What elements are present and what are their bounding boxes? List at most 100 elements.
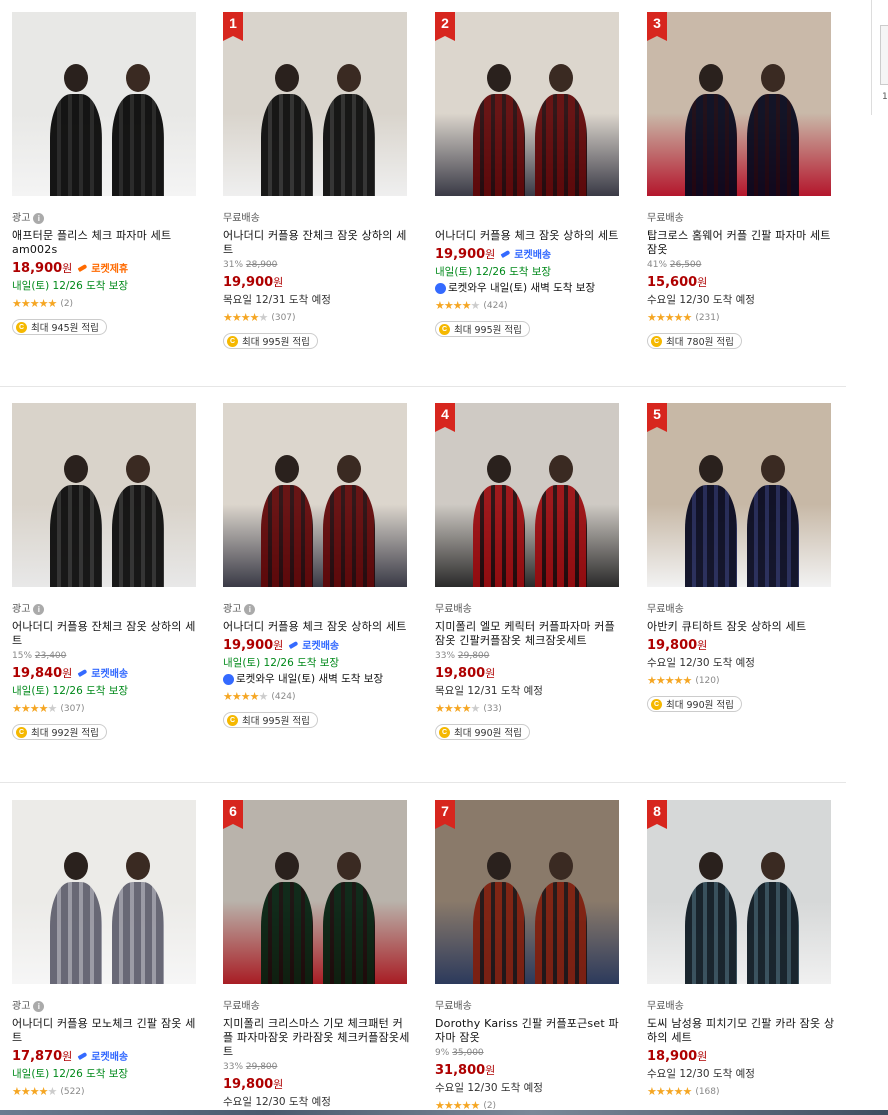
product-card[interactable]: 7 무료배송 Dorothy Kariss 긴팔 커플포근set 파자마 잠옷 9% … xyxy=(435,800,625,1112)
product-card[interactable]: 광고 i 어나더디 커플용 체크 잠옷 상하의 세트 19,900원 로켓배송 내일(토)… xyxy=(223,403,413,728)
price-unit: 원 xyxy=(697,638,708,652)
dawn-delivery-text: 로켓와우 내일(토) 새벽 도착 보장 xyxy=(236,673,384,685)
product-title[interactable]: 도씨 남성용 피치기모 긴팔 카라 잠옷 상하의 세트 xyxy=(647,1017,837,1045)
pajama-figure xyxy=(685,882,737,984)
rating: ★★★★★ (307) xyxy=(12,702,202,715)
figure-head xyxy=(126,455,150,483)
cashback-badge: C 최대 990원 적립 xyxy=(435,724,530,740)
sale-price: 19,800원 xyxy=(435,665,495,681)
product-title[interactable]: 어나더디 커플용 잔체크 잠옷 상하의 세트 xyxy=(12,620,202,648)
figure-head xyxy=(699,455,723,483)
product-card[interactable]: 4 무료배송 지미폴리 엘모 케릭터 커플파자마 커플잠옷 긴팔커플잠옷 체크잠옷세… xyxy=(435,403,625,740)
side-panel: 1 xyxy=(871,0,888,115)
product-image[interactable] xyxy=(12,800,196,984)
info-icon[interactable]: i xyxy=(33,213,45,224)
pajama-figure xyxy=(473,882,525,984)
price-value: 19,900 xyxy=(223,274,274,290)
image-background xyxy=(12,800,196,984)
rating: ★★★★★ (2) xyxy=(12,297,202,310)
price-value: 19,800 xyxy=(435,665,486,681)
dawn-delivery: 로켓와우 내일(토) 새벽 도착 보장 xyxy=(223,672,413,686)
figure-head xyxy=(549,64,573,92)
original-price: 26,500 xyxy=(669,260,702,270)
pajama-figure xyxy=(747,485,799,587)
figure-head xyxy=(126,64,150,92)
product-image[interactable]: 6 xyxy=(223,800,407,984)
star-rating-icon: ★★★★★ xyxy=(12,1085,57,1098)
review-count: (231) xyxy=(695,312,720,323)
product-image[interactable] xyxy=(12,403,196,587)
discount-rate: 33% xyxy=(435,651,456,661)
sale-price: 19,900원 xyxy=(223,274,283,290)
side-scroll-box[interactable] xyxy=(880,25,888,85)
product-image[interactable] xyxy=(12,12,196,196)
cashback-badge: C 최대 945원 적립 xyxy=(12,319,107,335)
product-card[interactable]: 8 무료배송 도씨 남성용 피치기모 긴팔 카라 잠옷 상하의 세트 18,900원 수… xyxy=(647,800,837,1098)
rating: ★★★★★ (33) xyxy=(435,702,625,715)
shipping-label: 무료배송 xyxy=(647,1001,684,1012)
rating: ★★★★★ (307) xyxy=(223,311,413,324)
figure-head xyxy=(549,455,573,483)
rating: ★★★★★ (424) xyxy=(435,299,625,312)
product-card[interactable]: 2 어나더디 커플용 체크 잠옷 상하의 세트 19,900원 로켓배송 내일(토) 1… xyxy=(435,12,625,337)
rocket-wow-icon xyxy=(223,673,234,685)
star-rating-icon: ★★★★★ xyxy=(647,311,692,324)
dawn-delivery-text: 로켓와우 내일(토) 새벽 도착 보장 xyxy=(448,282,596,294)
product-card[interactable]: 광고 i 애프터문 플리스 체크 파자마 세트 am002s 18,900원 로켓제휴 내… xyxy=(12,12,202,335)
product-card[interactable]: 광고 i 어나더디 커플용 잔체크 잠옷 상하의 세트 15% 23,400 19,84… xyxy=(12,403,202,740)
info-icon[interactable]: i xyxy=(244,604,256,615)
price-value: 17,870 xyxy=(12,1048,63,1064)
rank-badge: 5 xyxy=(647,403,667,432)
info-icon[interactable]: i xyxy=(33,1001,45,1012)
product-title[interactable]: 어나더디 커플용 체크 잠옷 상하의 세트 xyxy=(435,229,625,243)
product-title[interactable]: Dorothy Kariss 긴팔 커플포근set 파자마 잠옷 xyxy=(435,1017,625,1045)
review-count: (120) xyxy=(695,675,720,686)
product-title[interactable]: 탑크로스 홈웨어 커플 긴팔 파자마 세트 잠옷 xyxy=(647,229,837,257)
star-rating-icon: ★★★★★ xyxy=(12,297,57,310)
row-divider xyxy=(0,386,846,387)
figure-head xyxy=(699,852,723,880)
rocket-label: 로켓배송 xyxy=(514,250,552,261)
product-title[interactable]: 어나더디 커플용 잔체크 잠옷 상하의 세트 xyxy=(223,229,413,257)
product-image[interactable]: 8 xyxy=(647,800,831,984)
price-unit: 원 xyxy=(273,275,284,289)
product-card[interactable]: 3 무료배송 탑크로스 홈웨어 커플 긴팔 파자마 세트 잠옷 41% 26,500 1… xyxy=(647,12,837,349)
product-image[interactable]: 4 xyxy=(435,403,619,587)
info-icon[interactable]: i xyxy=(33,604,45,615)
rocket-label: 로켓제휴 xyxy=(91,264,129,275)
figure-head xyxy=(337,64,361,92)
product-title[interactable]: 지미폴리 엘모 케릭터 커플파자마 커플잠옷 긴팔커플잠옷 체크잠옷세트 xyxy=(435,620,625,648)
image-background xyxy=(12,403,196,587)
product-title[interactable]: 애프터문 플리스 체크 파자마 세트 am002s xyxy=(12,229,202,257)
product-tag: 광고 i xyxy=(12,212,202,225)
product-card[interactable]: 6 무료배송 지미폴리 크리스마스 기모 체크패턴 커플 파자마잠옷 카라잠옷 체크… xyxy=(223,800,413,1109)
product-card[interactable]: 광고 i 어나더디 커플용 모노체크 긴팔 잠옷 세트 17,870원 로켓배송 내일(토… xyxy=(12,800,202,1098)
product-image[interactable]: 7 xyxy=(435,800,619,984)
product-title[interactable]: 어나더디 커플용 체크 잠옷 상하의 세트 xyxy=(223,620,413,634)
product-card[interactable]: 5 무료배송 아반키 큐티하트 잠옷 상하의 세트 19,800원 수요일 12/30 … xyxy=(647,403,837,712)
price-unit: 원 xyxy=(273,1077,284,1091)
price-line: 19,800원 xyxy=(647,636,837,653)
product-image[interactable]: 2 xyxy=(435,12,619,196)
price-value: 31,800 xyxy=(435,1062,486,1078)
price-unit: 원 xyxy=(485,247,496,261)
product-image[interactable]: 5 xyxy=(647,403,831,587)
image-background xyxy=(223,800,407,984)
rocket-icon xyxy=(77,668,89,678)
sale-price: 18,900원 xyxy=(12,260,72,276)
product-card[interactable]: 1 무료배송 어나더디 커플용 잔체크 잠옷 상하의 세트 31% 28,900 19,… xyxy=(223,12,413,349)
product-image[interactable]: 3 xyxy=(647,12,831,196)
product-title[interactable]: 아반키 큐티하트 잠옷 상하의 세트 xyxy=(647,620,837,634)
rank-badge: 8 xyxy=(647,800,667,829)
delivery-info: 내일(토) 12/26 도착 보장 xyxy=(12,685,129,697)
figure-head xyxy=(275,64,299,92)
review-count: (33) xyxy=(483,703,502,714)
product-title[interactable]: 지미폴리 크리스마스 기모 체크패턴 커플 파자마잠옷 카라잠옷 체크커플잠옷세… xyxy=(223,1017,413,1059)
ad-label: 광고 xyxy=(223,604,242,615)
product-title[interactable]: 어나더디 커플용 모노체크 긴팔 잠옷 세트 xyxy=(12,1017,202,1045)
pajama-figure xyxy=(261,485,313,587)
product-tag: 광고 i xyxy=(12,603,202,616)
product-image[interactable]: 1 xyxy=(223,12,407,196)
figure-head xyxy=(549,852,573,880)
product-image[interactable] xyxy=(223,403,407,587)
